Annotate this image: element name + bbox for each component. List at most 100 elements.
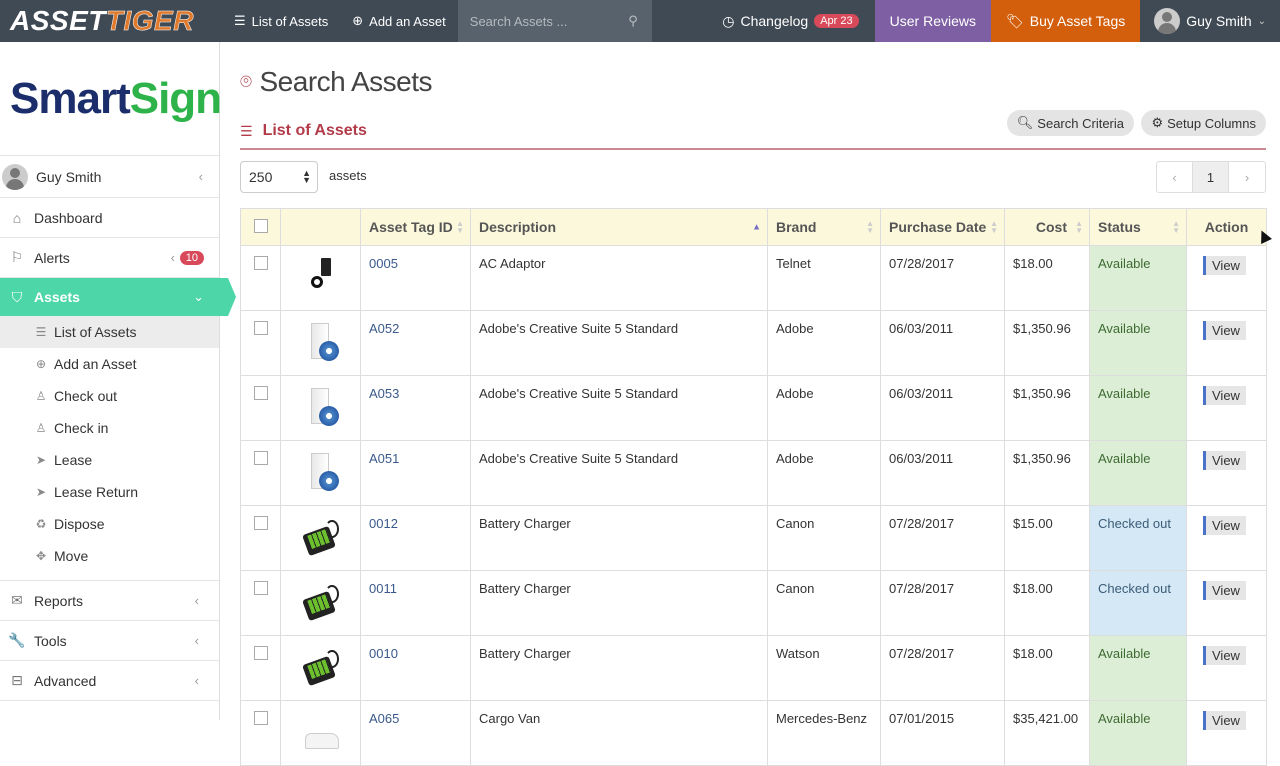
row-select-cell [240,635,281,701]
header-description[interactable]: Description ▲ [470,208,768,246]
asset-thumbnail[interactable] [301,386,341,430]
asset-tag-link[interactable]: A065 [369,711,399,726]
sidebar-item-assets[interactable]: ⛉ Assets ⌄ [0,278,228,316]
header-label: Brand [776,219,817,235]
image-cell [280,635,361,701]
recycle-icon: ♻ [35,517,47,531]
sidebar-item-label: Alerts [34,249,70,266]
row-checkbox[interactable] [253,386,268,400]
purchase-date-cell: 07/28/2017 [880,570,1005,636]
view-button[interactable]: View [1203,386,1246,405]
sidebar-sub-lease-return[interactable]: ➤ Lease Return [0,476,219,508]
sidebar-sub-dispose[interactable]: ♻ Dispose [0,508,219,540]
view-button[interactable]: View [1203,256,1246,275]
asset-tag-link[interactable]: A052 [369,321,399,336]
sidebar-item-label: Assets [34,289,80,305]
plus-circle-icon: ⊕ [35,357,47,371]
user-name: Guy Smith [1186,13,1252,29]
user-menu[interactable]: Guy Smith ⌄ [1140,0,1280,42]
image-cell [280,440,361,506]
per-page-select[interactable]: 250 ▲ ▼ [240,161,318,193]
action-cell: View [1186,635,1267,701]
chevron-down-icon: ⌄ [193,289,204,304]
asset-tag-link[interactable]: 0011 [369,581,397,596]
asset-thumbnail[interactable] [301,516,341,560]
sidebar-item-tools[interactable]: 🔧 Tools ‹ [0,621,219,661]
row-checkbox[interactable] [253,516,268,530]
table-row: 0011 Battery Charger Canon 07/28/2017 $18.00… [240,570,1267,636]
gear-icon: ⚙ [1151,115,1164,130]
asset-tag-cell: 0010 [360,635,471,701]
asset-thumbnail[interactable] [301,451,341,495]
sidebar-sub-move[interactable]: ✥ Move [0,540,219,572]
buy-asset-tags-button[interactable]: 🏷 Buy Asset Tags [991,0,1141,42]
asset-tag-link[interactable]: A053 [369,386,399,401]
sidebar-item-label: Advanced [34,672,97,689]
sidebar-item-advanced[interactable]: ⊟ Advanced ‹ [0,661,219,701]
asset-thumbnail[interactable] [301,581,341,625]
search-icon[interactable]: ⚲ [628,13,638,29]
select-all-checkbox[interactable] [253,218,268,233]
sidebar-sub-check-in[interactable]: ♙ Check in [0,412,219,444]
cost-cell: $1,350.96 [1004,375,1090,441]
row-checkbox[interactable] [253,256,268,270]
row-checkbox[interactable] [253,321,268,335]
header-cost[interactable]: Cost ▲ ▼ [1004,208,1090,246]
view-button[interactable]: View [1203,581,1246,600]
row-checkbox[interactable] [253,451,268,465]
sidebar-sub-lease[interactable]: ➤ Lease [0,444,219,476]
row-checkbox[interactable] [253,646,268,660]
asset-thumbnail[interactable] [301,256,341,300]
asset-thumbnail[interactable] [301,321,341,365]
brand-cell: Telnet [767,245,881,311]
nav-list-of-assets[interactable]: ☰ List of Assets [222,0,340,42]
view-button[interactable]: View [1203,711,1246,730]
pager-page-1[interactable]: 1 [1193,162,1229,192]
nav-add-asset[interactable]: ⊕ Add an Asset [340,0,458,42]
sort-icon: ▲ ▼ [1075,219,1083,235]
sidebar-sub-add-asset[interactable]: ⊕ Add an Asset [0,348,219,380]
row-select-cell [240,440,281,506]
header-asset-tag-id[interactable]: Asset Tag ID ▲ ▼ [360,208,471,246]
pager-prev[interactable]: ‹ [1157,162,1193,192]
plus-circle-icon: ⊕ [352,13,364,28]
asset-thumbnail[interactable] [301,646,341,690]
sidebar-item-alerts[interactable]: ⚐ Alerts ‹ 10 [0,238,219,278]
view-button[interactable]: View [1203,451,1246,470]
sidebar-item-reports[interactable]: ✉ Reports ‹ [0,581,219,621]
user-reviews-button[interactable]: User Reviews [874,0,991,42]
search-criteria-button[interactable]: 🔍︎ Search Criteria [1006,110,1134,136]
header-label: Description [479,219,557,235]
changelog-link[interactable]: ◷ Changelog Apr 23 [706,0,874,42]
sidebar-sub-list-of-assets[interactable]: ☰ List of Assets [0,316,219,348]
sidebar-user[interactable]: Guy Smith ‹ [0,156,219,198]
sidebar-item-dashboard[interactable]: ⌂ Dashboard [0,198,219,238]
cost-cell: $18.00 [1004,245,1090,311]
asset-tag-link[interactable]: 0005 [369,256,398,271]
header-status[interactable]: Status ▲ ▼ [1089,208,1187,246]
header-purchase-date[interactable]: Purchase Date ▲ ▼ [880,208,1005,246]
header-brand[interactable]: Brand ▲ ▼ [767,208,881,246]
asset-tag-link[interactable]: 0010 [369,646,398,661]
view-button[interactable]: View [1203,516,1246,535]
sub-label: Lease [54,452,93,468]
view-button[interactable]: View [1203,646,1246,665]
status-cell: Checked out [1089,505,1187,571]
search-input[interactable] [469,13,610,29]
asset-tag-link[interactable]: A051 [369,451,399,466]
setup-columns-label: Setup Columns [1167,115,1256,131]
status-cell: Available [1089,245,1187,311]
chevron-left-icon: ‹ [194,633,199,648]
assettiger-logo[interactable]: ASSET TIGER [0,0,222,42]
row-checkbox[interactable] [253,711,268,725]
row-checkbox[interactable] [253,581,268,595]
sidebar-sub-check-out[interactable]: ♙ Check out [0,380,219,412]
changelog-label: Changelog [740,13,809,29]
asset-tag-link[interactable]: 0012 [369,516,398,531]
view-button[interactable]: View [1203,321,1246,340]
setup-columns-button[interactable]: ⚙ Setup Columns [1141,110,1266,136]
pager-next[interactable]: › [1229,162,1265,192]
asset-thumbnail[interactable] [301,711,341,755]
avatar [1154,8,1181,34]
buy-tags-label: Buy Asset Tags [1029,13,1126,29]
